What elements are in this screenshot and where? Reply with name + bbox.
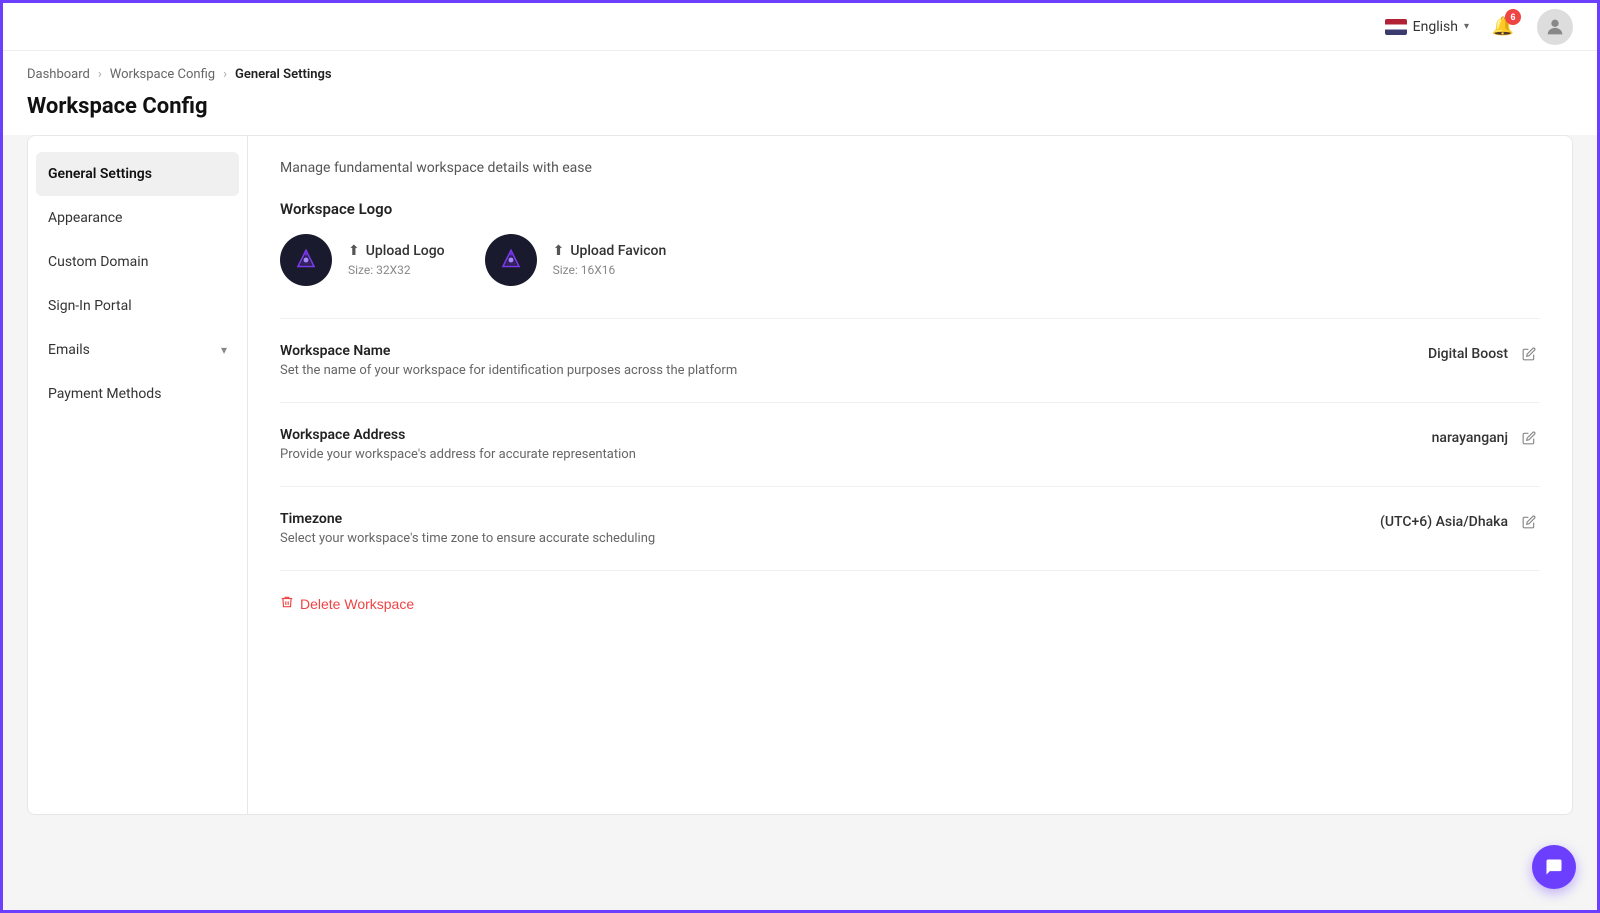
- timezone-row: Timezone Select your workspace's time zo…: [280, 486, 1540, 570]
- workspace-address-value: narayanganj: [1432, 430, 1508, 446]
- workspace-name-value-row: Digital Boost: [1428, 343, 1540, 365]
- sidebar: General Settings Appearance Custom Domai…: [28, 136, 248, 814]
- upload-favicon-info: ⬆ Upload Favicon Size: 16X16: [553, 243, 667, 277]
- notification-button[interactable]: 🔔 6: [1485, 9, 1521, 45]
- timezone-edit-button[interactable]: [1518, 511, 1540, 533]
- breadcrumb-workspace-config[interactable]: Workspace Config: [110, 67, 215, 82]
- workspace-name-info: Workspace Name Set the name of your work…: [280, 343, 1428, 378]
- upload-logo-size: Size: 32X32: [348, 263, 445, 277]
- upload-favicon-label: Upload Favicon: [570, 243, 666, 259]
- workspace-address-label: Workspace Address: [280, 427, 1432, 443]
- emails-chevron-icon: ▾: [221, 343, 227, 357]
- upload-favicon-icon: ⬆: [553, 243, 565, 259]
- workspace-address-desc: Provide your workspace's address for acc…: [280, 447, 1432, 462]
- sidebar-item-sign-in-portal[interactable]: Sign-In Portal: [28, 284, 247, 328]
- sidebar-item-general-settings[interactable]: General Settings: [36, 152, 239, 196]
- timezone-label: Timezone: [280, 511, 1380, 527]
- chat-fab-button[interactable]: [1532, 845, 1576, 889]
- workspace-name-value: Digital Boost: [1428, 346, 1508, 362]
- timezone-info: Timezone Select your workspace's time zo…: [280, 511, 1380, 546]
- workspace-address-row: Workspace Address Provide your workspace…: [280, 402, 1540, 486]
- workspace-address-value-row: narayanganj: [1432, 427, 1540, 449]
- favicon-preview: [485, 234, 537, 286]
- breadcrumb-dashboard[interactable]: Dashboard: [27, 67, 90, 82]
- page-title-bar: Workspace Config: [3, 90, 1597, 135]
- workspace-name-row: Workspace Name Set the name of your work…: [280, 318, 1540, 402]
- upload-logo-button[interactable]: ⬆ Upload Logo: [348, 243, 445, 259]
- language-selector[interactable]: English ▾: [1385, 19, 1469, 35]
- upload-logo-label: Upload Logo: [366, 243, 445, 259]
- content-subtitle: Manage fundamental workspace details wit…: [280, 160, 1540, 176]
- upload-logo-icon: ⬆: [348, 243, 360, 259]
- workspace-name-edit-button[interactable]: [1518, 343, 1540, 365]
- sidebar-item-payment-methods[interactable]: Payment Methods: [28, 372, 247, 416]
- page-title: Workspace Config: [27, 94, 1573, 119]
- delete-icon: [280, 595, 294, 612]
- delete-workspace-row: Delete Workspace: [280, 570, 1540, 636]
- upload-favicon-button[interactable]: ⬆ Upload Favicon: [553, 243, 667, 259]
- workspace-address-edit-button[interactable]: [1518, 427, 1540, 449]
- workspace-name-desc: Set the name of your workspace for ident…: [280, 363, 1428, 378]
- logo-upload-row: ⬆ Upload Logo Size: 32X32: [280, 234, 1540, 286]
- user-avatar-button[interactable]: [1537, 9, 1573, 45]
- upload-favicon-size: Size: 16X16: [553, 263, 667, 277]
- flag-icon: [1385, 19, 1407, 35]
- breadcrumb: Dashboard › Workspace Config › General S…: [3, 51, 1597, 90]
- workspace-name-label: Workspace Name: [280, 343, 1428, 359]
- notification-badge: 6: [1505, 9, 1521, 25]
- delete-workspace-button[interactable]: Delete Workspace: [280, 595, 414, 612]
- breadcrumb-current: General Settings: [235, 67, 332, 82]
- main-container: General Settings Appearance Custom Domai…: [27, 135, 1573, 815]
- logo-section-title: Workspace Logo: [280, 200, 1540, 218]
- sidebar-item-emails[interactable]: Emails ▾: [28, 328, 247, 372]
- logo-preview: [280, 234, 332, 286]
- upload-logo-item: ⬆ Upload Logo Size: 32X32: [280, 234, 445, 286]
- upload-favicon-item: ⬆ Upload Favicon Size: 16X16: [485, 234, 667, 286]
- timezone-value-row: (UTC+6) Asia/Dhaka: [1380, 511, 1540, 533]
- workspace-address-info: Workspace Address Provide your workspace…: [280, 427, 1432, 462]
- sidebar-item-appearance[interactable]: Appearance: [28, 196, 247, 240]
- topbar: English ▾ 🔔 6: [3, 3, 1597, 51]
- upload-logo-info: ⬆ Upload Logo Size: 32X32: [348, 243, 445, 277]
- sidebar-item-custom-domain[interactable]: Custom Domain: [28, 240, 247, 284]
- timezone-value: (UTC+6) Asia/Dhaka: [1380, 514, 1508, 530]
- content-area: Manage fundamental workspace details wit…: [248, 136, 1572, 814]
- breadcrumb-sep-2: ›: [223, 67, 227, 82]
- chevron-down-icon: ▾: [1464, 21, 1469, 32]
- delete-workspace-label: Delete Workspace: [300, 596, 414, 612]
- language-label: English: [1413, 19, 1458, 35]
- breadcrumb-sep-1: ›: [98, 67, 102, 82]
- timezone-desc: Select your workspace's time zone to ens…: [280, 531, 1380, 546]
